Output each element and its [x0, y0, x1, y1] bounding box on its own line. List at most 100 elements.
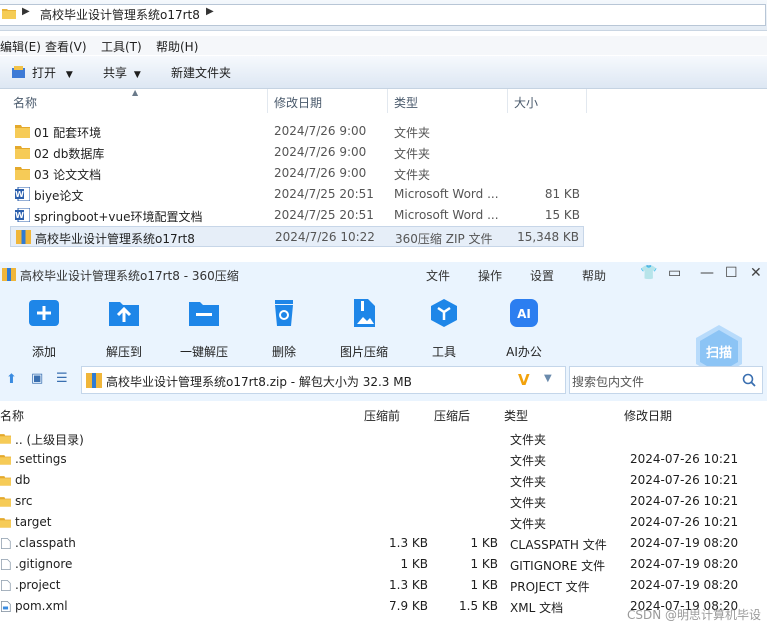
breadcrumb-current[interactable]: 高校毕业设计管理系统o17rt8 — [40, 6, 200, 23]
entry-type: 文件夹 — [510, 517, 547, 531]
menu-file[interactable]: 文件 — [426, 267, 450, 284]
tools-button[interactable]: 工具 — [414, 298, 474, 360]
folder-icon — [0, 455, 11, 465]
entry-type: PROJECT 文件 — [510, 580, 590, 594]
file-type: 360压缩 ZIP 文件 — [395, 232, 493, 246]
thumbnail-view-icon[interactable]: ▣ — [31, 371, 43, 386]
file-row[interactable]: 02 db数据库 2024/7/26 9:00 文件夹 — [10, 142, 584, 163]
ai-office-button[interactable]: AI AI办公 — [494, 298, 554, 360]
file-name: biye论文 — [34, 189, 84, 203]
entry-date: 2024-07-19 08:20 — [630, 557, 739, 571]
chevron-down-icon: ▼ — [65, 70, 73, 80]
file-date: 2024/7/25 20:51 — [274, 187, 374, 201]
address-box[interactable]: ▶ 高校毕业设计管理系统o17rt8 ▶ — [0, 4, 766, 26]
file-row[interactable]: 01 配套环境 2024/7/26 9:00 文件夹 — [10, 121, 584, 142]
menu-tools[interactable]: 工具(T) — [101, 38, 142, 55]
file-type: Microsoft Word ... — [394, 208, 499, 222]
file-row[interactable]: 03 论文文档 2024/7/26 9:00 文件夹 — [10, 163, 584, 184]
file-type: Microsoft Word ... — [394, 187, 499, 201]
archive-row[interactable]: .classpath 1.3 KB 1 KB CLASSPATH 文件 2024-07-… — [0, 533, 767, 554]
menu-action[interactable]: 操作 — [478, 267, 502, 284]
entry-name: .project — [15, 578, 61, 592]
column-type[interactable]: 类型 — [394, 94, 418, 111]
column-after-size[interactable]: 压缩后 — [434, 407, 470, 424]
close-icon[interactable]: ✕ — [750, 265, 762, 281]
chevron-down-icon[interactable]: ▼ — [544, 373, 552, 384]
share-label: 共享 — [103, 66, 128, 80]
skin-icon[interactable]: 👕 — [640, 265, 657, 281]
file-row[interactable]: 高校毕业设计管理系统o17rt8 2024/7/26 10:22 360压缩 ZIP… — [10, 226, 584, 247]
archive-row[interactable]: target 文件夹 2024-07-26 10:21 — [0, 512, 767, 533]
delete-button[interactable]: 删除 — [254, 298, 314, 360]
word-doc-icon: W — [15, 208, 30, 222]
extract-to-button[interactable]: 解压到 — [94, 298, 154, 360]
one-click-extract-button[interactable]: 一键解压 — [174, 298, 234, 360]
entry-size-after: 1 KB — [470, 578, 498, 592]
list-view-icon[interactable]: ☰ — [56, 371, 68, 386]
column-divider[interactable] — [507, 89, 508, 113]
window-title: 高校毕业设计管理系统o17rt8 - 360压缩 — [20, 269, 239, 283]
file-list-header: ▲ 名称 修改日期 类型 大小 — [0, 88, 767, 113]
zip-window: 高校毕业设计管理系统o17rt8 - 360压缩 文件 操作 设置 帮助 👕 ▭… — [0, 262, 767, 627]
column-name[interactable]: 名称 — [13, 94, 37, 111]
file-row[interactable]: Wbiye论文 2024/7/25 20:51 Microsoft Word ...… — [10, 184, 584, 205]
entry-size-before: 7.9 KB — [389, 599, 428, 613]
open-icon — [12, 66, 25, 78]
archive-row[interactable]: .settings 文件夹 2024-07-26 10:21 — [0, 449, 767, 470]
folder-icon — [15, 125, 30, 138]
scan-label: 扫描 — [705, 346, 732, 361]
file-row[interactable]: Wspringboot+vue环境配置文档 2024/7/25 20:51 Micr… — [10, 205, 584, 226]
column-divider[interactable] — [387, 89, 388, 113]
column-divider[interactable] — [586, 89, 587, 113]
archive-path-field[interactable]: 高校毕业设计管理系统o17rt8.zip - 解包大小为 32.3 MB V ▼ — [81, 366, 566, 394]
file-date: 2024/7/26 9:00 — [274, 124, 367, 138]
breadcrumb-arrow-icon[interactable]: ▶ — [22, 6, 30, 17]
minimize-icon[interactable]: — — [700, 265, 714, 281]
archive-row[interactable]: db 文件夹 2024-07-26 10:21 — [0, 470, 767, 491]
column-date[interactable]: 修改日期 — [624, 407, 672, 424]
file-name: 高校毕业设计管理系统o17rt8 — [35, 232, 195, 246]
up-arrow-icon[interactable]: ⬆ — [6, 372, 17, 387]
search-icon[interactable] — [742, 373, 756, 387]
new-folder-button[interactable]: 新建文件夹 — [171, 64, 231, 81]
image-compress-button[interactable]: 图片压缩 — [334, 298, 394, 360]
file-type: 文件夹 — [394, 147, 431, 161]
search-input[interactable]: 搜索包内文件 — [569, 366, 763, 394]
v-badge-icon[interactable]: V — [518, 371, 530, 389]
add-button[interactable]: 添加 — [14, 298, 74, 360]
folder-icon — [0, 518, 11, 528]
file-size: 15 KB — [544, 208, 580, 222]
archive-row[interactable]: .gitignore 1 KB 1 KB GITIGNORE 文件 2024-07-19… — [0, 554, 767, 575]
menu-edit[interactable]: 编辑(E) — [0, 38, 41, 55]
share-button[interactable]: 共享 ▼ — [103, 64, 141, 81]
menu-settings[interactable]: 设置 — [530, 267, 554, 284]
entry-name: src — [15, 494, 33, 508]
archive-row[interactable]: .project 1.3 KB 1 KB PROJECT 文件 2024-07-19 0… — [0, 575, 767, 596]
column-name[interactable]: 名称 — [0, 407, 24, 424]
menu-view[interactable]: 查看(V) — [45, 38, 87, 55]
maximize-icon[interactable]: ☐ — [725, 265, 738, 281]
column-divider[interactable] — [267, 89, 268, 113]
column-date[interactable]: 修改日期 — [274, 94, 322, 111]
column-size[interactable]: 大小 — [514, 94, 538, 111]
column-type[interactable]: 类型 — [504, 407, 528, 424]
archive-row[interactable]: src 文件夹 2024-07-26 10:21 — [0, 491, 767, 512]
entry-date: 2024-07-19 08:20 — [630, 536, 739, 550]
column-before-size[interactable]: 压缩前 — [364, 407, 400, 424]
entry-name: pom.xml — [15, 599, 68, 613]
address-bar: ▶ 高校毕业设计管理系统o17rt8 ▶ — [0, 0, 767, 31]
file-date: 2024/7/26 9:00 — [274, 166, 367, 180]
entry-date: 2024-07-26 10:21 — [630, 452, 739, 466]
entry-size-after: 1.5 KB — [459, 599, 498, 613]
menu-help[interactable]: 帮助 — [582, 267, 606, 284]
breadcrumb-arrow-icon[interactable]: ▶ — [206, 6, 214, 17]
feedback-icon[interactable]: ▭ — [668, 265, 681, 281]
file-date: 2024/7/26 9:00 — [274, 145, 367, 159]
archive-row[interactable]: .. (上级目录) 文件夹 — [0, 428, 767, 449]
folder-icon — [0, 476, 11, 486]
entry-date: 2024-07-19 08:20 — [630, 578, 739, 592]
menu-help[interactable]: 帮助(H) — [156, 38, 198, 55]
folder-icon — [0, 497, 11, 507]
archive-path-text: 高校毕业设计管理系统o17rt8.zip - 解包大小为 32.3 MB — [106, 375, 412, 389]
open-button[interactable]: 打开 ▼ — [32, 64, 73, 81]
